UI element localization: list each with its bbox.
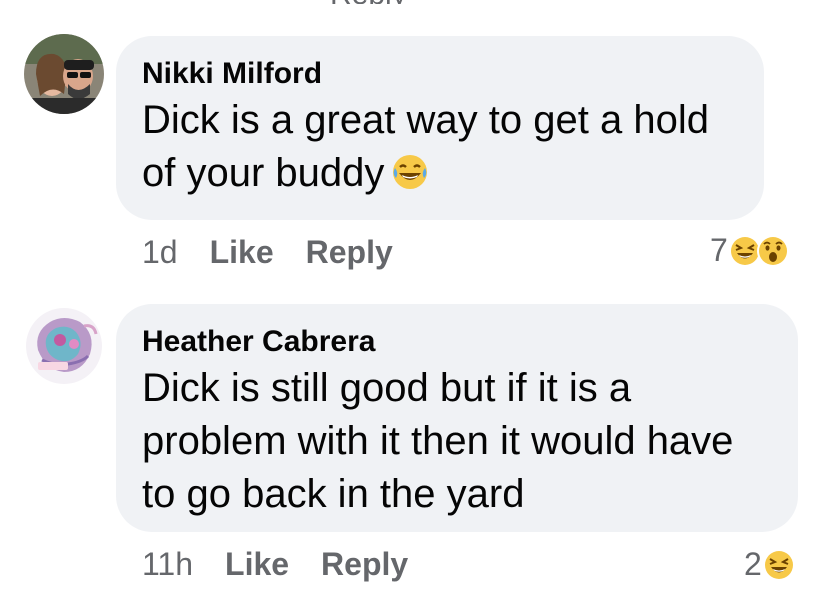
comment-author[interactable]: Heather Cabrera xyxy=(142,324,772,360)
comment-timestamp[interactable]: 1d xyxy=(142,234,178,271)
comment-bubble[interactable]: Nikki Milford Dick is a great way to get… xyxy=(116,36,764,220)
avatar[interactable] xyxy=(24,34,104,114)
reaction-summary[interactable]: 2 xyxy=(744,546,796,583)
like-button[interactable]: Like xyxy=(210,234,274,271)
comment-text: Dick is still good but if it is a proble… xyxy=(142,366,734,516)
avatar[interactable] xyxy=(24,306,104,386)
reply-button[interactable]: Reply xyxy=(321,546,408,583)
reaction-summary[interactable]: 7 xyxy=(710,232,790,269)
comment-author[interactable]: Nikki Milford xyxy=(142,56,738,92)
like-button[interactable]: Like xyxy=(225,546,289,583)
comment-actions: 1d Like Reply xyxy=(142,234,393,271)
reaction-count: 7 xyxy=(710,232,728,268)
reply-button[interactable]: Reply xyxy=(306,234,393,271)
previous-reply-cutoff: Reply xyxy=(330,0,407,4)
comment-bubble[interactable]: Heather Cabrera Dick is still good but i… xyxy=(116,304,798,532)
comment-actions: 11h Like Reply xyxy=(142,546,408,583)
reaction-count: 2 xyxy=(744,546,762,582)
haha-reaction-icon xyxy=(762,548,796,582)
laughing-tears-emoji-icon xyxy=(390,152,430,206)
previous-comment-cutoff: Reply xyxy=(330,0,410,4)
avatar-photo-icon xyxy=(24,34,104,114)
comment-text: Dick is a great way to get a hold of you… xyxy=(142,94,738,206)
comment-timestamp[interactable]: 11h xyxy=(142,546,193,583)
wow-reaction-icon xyxy=(756,234,790,268)
avatar-sticker-icon xyxy=(24,306,104,386)
